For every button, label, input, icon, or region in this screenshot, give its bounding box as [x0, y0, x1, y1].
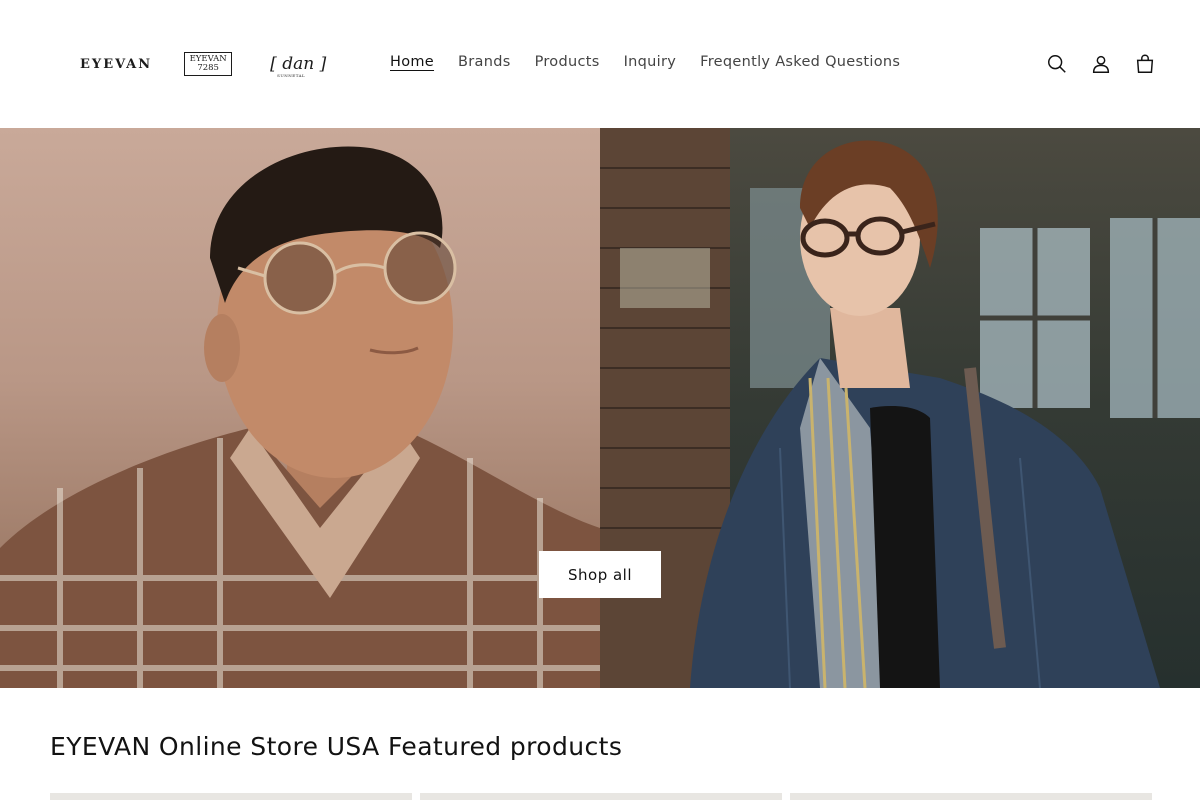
featured-product-grid — [50, 793, 1152, 800]
hero-image-left — [0, 128, 600, 688]
shop-all-button[interactable]: Shop all — [539, 551, 661, 598]
cart-button[interactable] — [1130, 44, 1160, 84]
account-button[interactable] — [1086, 44, 1116, 84]
product-card[interactable] — [50, 793, 412, 800]
product-card[interactable] — [420, 793, 782, 800]
dan-logo[interactable]: [ dan ] SUNNETAL — [270, 54, 327, 78]
search-button[interactable] — [1042, 44, 1072, 84]
nav-item-inquiry[interactable]: Inquiry — [612, 52, 689, 72]
nav-item-faq[interactable]: Freqently Asked Questions — [688, 52, 912, 72]
brand-logos: EYEVAN EYEVAN 7285 [ dan ] SUNNETAL — [80, 50, 326, 78]
product-card[interactable] — [790, 793, 1152, 800]
hero-image-right — [600, 128, 1200, 688]
cart-icon — [1136, 54, 1154, 73]
man-sunglasses-illustration — [0, 146, 600, 688]
featured-products-title: EYEVAN Online Store USA Featured product… — [50, 732, 623, 761]
main-nav: Home Brands Products Inquiry Freqently A… — [378, 52, 912, 72]
nav-item-home[interactable]: Home — [378, 52, 446, 72]
nav-item-products[interactable]: Products — [523, 52, 612, 72]
nav-item-brands[interactable]: Brands — [446, 52, 523, 72]
eyevan-7285-logo[interactable]: EYEVAN 7285 — [184, 52, 233, 76]
woman-glasses-illustration — [600, 128, 1200, 688]
eyevan-logo[interactable]: EYEVAN — [80, 57, 152, 72]
eyevan-7285-logo-bottom: 7285 — [197, 63, 219, 73]
search-icon — [1048, 55, 1066, 73]
dan-logo-text: [ dan ] — [270, 54, 327, 74]
site-header: EYEVAN EYEVAN 7285 [ dan ] SUNNETAL Home… — [0, 0, 1200, 128]
dan-logo-subtext: SUNNETAL — [277, 73, 306, 78]
hero-banner: Shop all — [0, 128, 1200, 688]
header-icons — [1042, 44, 1160, 84]
account-icon — [1092, 55, 1110, 73]
